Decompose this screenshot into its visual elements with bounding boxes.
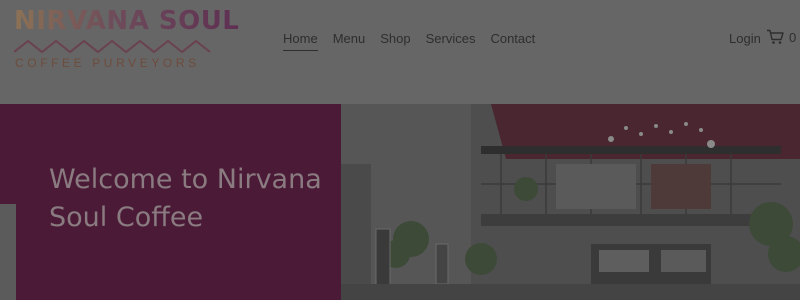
- cafe-interior-image: [341, 104, 800, 300]
- shopping-cart-icon: [767, 29, 784, 44]
- nav-contact[interactable]: Contact: [490, 31, 535, 46]
- nav-menu[interactable]: Menu: [333, 31, 366, 46]
- hero-left-strip: [0, 104, 16, 204]
- brand-tagline: COFFEE PURVEYORS: [15, 56, 200, 70]
- brand-logo[interactable]: NIRVANA SOUL COFFEE PURVEYORS: [14, 6, 239, 76]
- nav-services[interactable]: Services: [426, 31, 476, 46]
- logo-zigzag-graphic: [14, 39, 211, 53]
- login-link[interactable]: Login: [729, 31, 761, 46]
- nav-home[interactable]: Home: [283, 31, 318, 51]
- hero-title: Welcome to Nirvana Soul Coffee: [49, 164, 322, 233]
- nav-shop[interactable]: Shop: [380, 31, 410, 46]
- hero-cafe-photo: [341, 104, 800, 300]
- main-nav: Home Menu Shop Services Contact: [283, 31, 550, 51]
- cart-count: 0: [789, 29, 797, 45]
- brand-name: NIRVANA SOUL: [14, 6, 240, 36]
- cart-button[interactable]: 0: [766, 29, 796, 45]
- site-header: NIRVANA SOUL COFFEE PURVEYORS Home Menu …: [0, 0, 800, 104]
